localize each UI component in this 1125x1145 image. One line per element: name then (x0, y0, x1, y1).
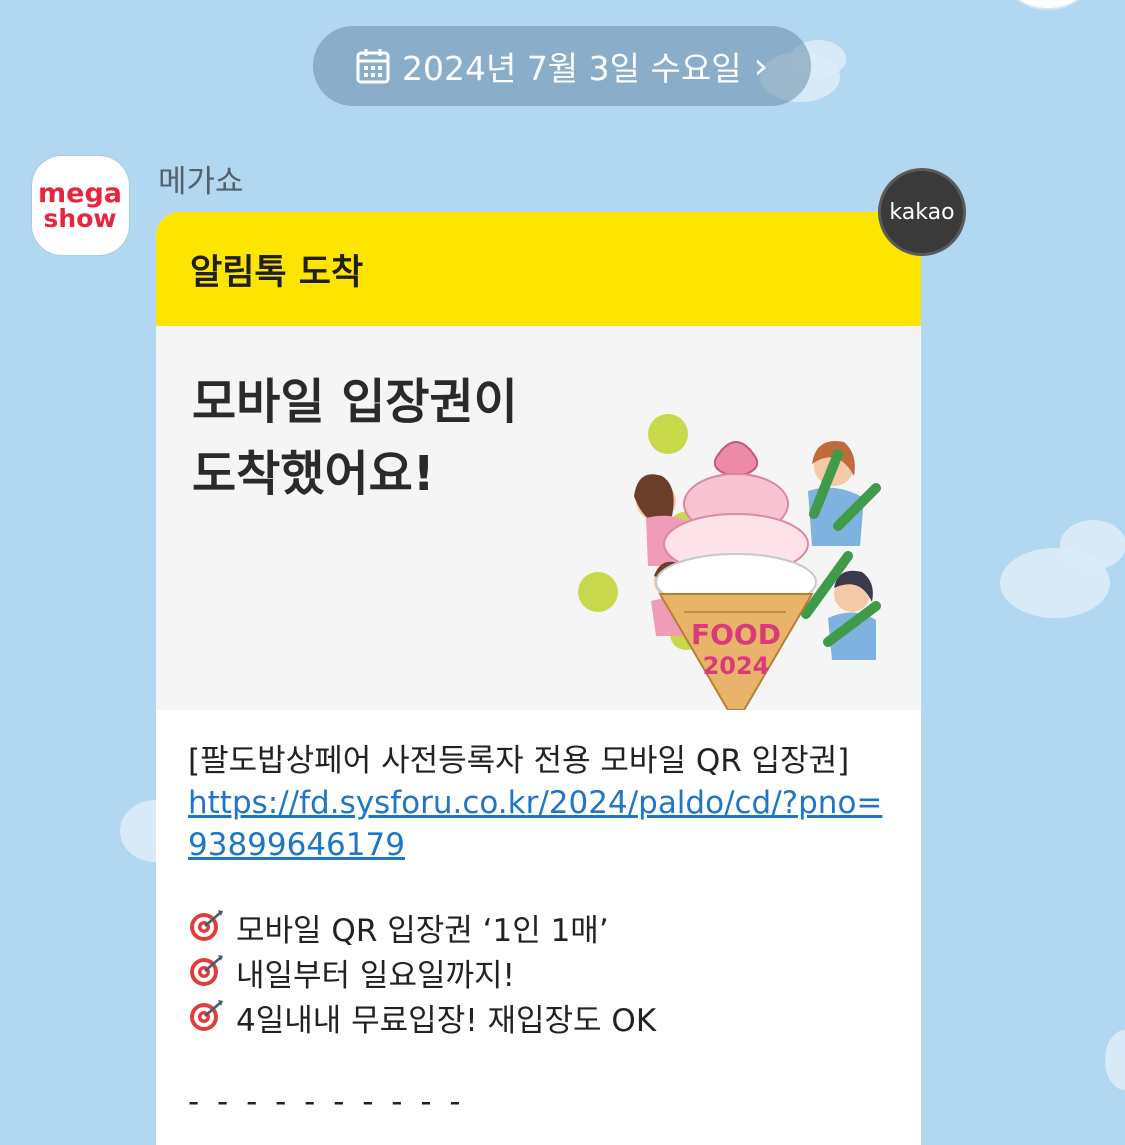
bullet-item: 내일부터 일요일까지! (188, 953, 889, 998)
hero-title: 모바일 입장권이 도착했어요! (192, 366, 518, 510)
hero-title-line1: 모바일 입장권이 (192, 374, 518, 430)
chat-screen: 2024년 7월 3일 수요일 › mega show 메가쇼 알림톡 도착 모… (0, 0, 1125, 1145)
dart-target-icon (188, 998, 224, 1043)
bullet-text: 4일내내 무료입장! 재입장도 OK (236, 1002, 657, 1039)
megashow-logo: mega show (38, 178, 122, 233)
sender-name: 메가쇼 (158, 164, 244, 200)
message-header: 알림톡 도착 (156, 212, 921, 326)
intro-text: [팔도밥상페어 사전등록자 전용 모바일 QR 입장권] (188, 743, 850, 779)
ticket-link[interactable]: https://fd.sysforu.co.kr/2024/paldo/cd/?… (188, 782, 889, 866)
chevron-right-icon: › (753, 45, 768, 87)
bullet-text: 내일부터 일요일까지! (236, 957, 515, 994)
hero-title-line2: 도착했어요! (192, 446, 435, 502)
floating-button-edge[interactable] (1000, 0, 1096, 10)
cloud-decoration (1105, 1030, 1125, 1090)
kakao-badge: kakao (878, 168, 966, 256)
alimtalk-message[interactable]: 알림톡 도착 모바일 입장권이 도착했어요! FOOD 2024 [팔도밥상페어… (156, 212, 921, 1145)
food-text: FOOD (691, 618, 781, 651)
hero-banner: 모바일 입장권이 도착했어요! FOOD 2024 (156, 326, 921, 710)
year-text: 2024 (703, 652, 770, 680)
cloud-decoration (1060, 520, 1125, 570)
message-body: [팔도밥상페어 사전등록자 전용 모바일 QR 입장권] https://fd.… (156, 710, 921, 1123)
divider-text: - - - - - - - - - - (188, 1084, 465, 1120)
logo-text-bottom: show (44, 204, 117, 233)
avatar[interactable]: mega show (32, 156, 129, 255)
dart-target-icon (188, 953, 224, 998)
date-pill[interactable]: 2024년 7월 3일 수요일 › (313, 26, 811, 106)
dart-target-icon (188, 908, 224, 953)
bullet-text: 모바일 QR 입장권 ‘1인 1매’ (236, 912, 609, 949)
bullet-item: 모바일 QR 입장권 ‘1인 1매’ (188, 908, 889, 953)
date-label: 2024년 7월 3일 수요일 (401, 49, 742, 88)
bullet-item: 4일내내 무료입장! 재입장도 OK (188, 998, 889, 1043)
calendar-icon (356, 48, 390, 84)
ice-cream-illustration: FOOD 2024 (578, 414, 881, 710)
